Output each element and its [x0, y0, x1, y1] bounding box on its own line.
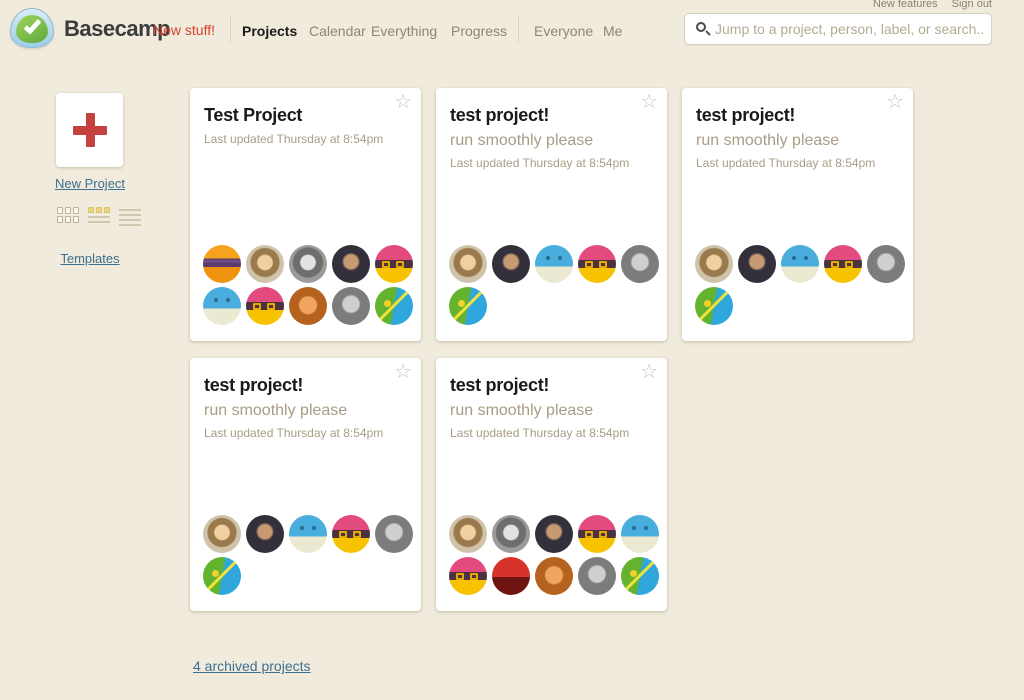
avatar-photo-dark — [535, 515, 573, 553]
star-icon[interactable]: ☆ — [886, 92, 904, 112]
search-input[interactable] — [715, 14, 985, 44]
avatar-group — [449, 515, 661, 595]
project-card[interactable]: ☆ Test Project Last updated Thursday at … — [190, 88, 421, 341]
avatar-case-pink — [824, 245, 862, 283]
project-updated: Last updated Thursday at 8:54pm — [204, 132, 407, 146]
project-subtitle: run smoothly please — [204, 402, 407, 420]
templates-link[interactable]: Templates — [20, 251, 160, 266]
avatar-photo-curly — [449, 245, 487, 283]
sign-out-link[interactable]: Sign out — [952, 0, 992, 10]
avatar-photo-gray — [867, 245, 905, 283]
grid-view-icon[interactable] — [57, 207, 79, 223]
avatar-case-pink — [449, 557, 487, 595]
avatar-case-pink — [578, 245, 616, 283]
archived-projects-link[interactable]: 4 archived projects — [193, 658, 311, 674]
nav-item-calendar[interactable]: Calendar — [309, 23, 366, 39]
avatar-group — [695, 245, 907, 325]
search-box — [684, 13, 992, 45]
plus-icon — [73, 113, 107, 147]
basecamp-logo-icon[interactable] — [10, 8, 54, 48]
nav-item-me[interactable]: Me — [603, 23, 622, 39]
avatar-case-pink — [332, 515, 370, 553]
avatar-group — [449, 245, 661, 325]
avatar-photo-curly — [203, 515, 241, 553]
project-updated: Last updated Thursday at 8:54pm — [204, 426, 407, 440]
avatar-photo-orange — [289, 287, 327, 325]
new-stuff-link[interactable]: New stuff! — [153, 22, 215, 38]
account-links: New features Sign out — [873, 0, 992, 10]
avatar-photo-gray — [578, 557, 616, 595]
project-updated: Last updated Thursday at 8:54pm — [450, 426, 653, 440]
avatar-smiley-blue — [289, 515, 327, 553]
avatar-photo-curly — [695, 245, 733, 283]
avatar-case-pink — [578, 515, 616, 553]
avatar-smiley-blue — [535, 245, 573, 283]
star-icon[interactable]: ☆ — [394, 92, 412, 112]
nav-divider — [518, 15, 519, 42]
list-view-icon[interactable] — [119, 207, 141, 226]
view-switcher — [57, 207, 141, 226]
project-card[interactable]: ☆ test project! run smoothly please Last… — [436, 358, 667, 611]
star-icon[interactable]: ☆ — [640, 92, 658, 112]
project-title: Test Project — [204, 105, 407, 126]
project-card[interactable]: ☆ test project! run smoothly please Last… — [682, 88, 913, 341]
avatar-photo-bw — [492, 515, 530, 553]
nav-item-everything[interactable]: Everything — [371, 23, 437, 39]
nav-item-projects[interactable]: Projects — [242, 23, 297, 39]
project-updated: Last updated Thursday at 8:54pm — [450, 156, 653, 170]
avatar-smiley-blue — [203, 287, 241, 325]
project-title: test project! — [696, 105, 899, 126]
avatar-mouth-red — [492, 557, 530, 595]
avatar-photo-gray — [375, 515, 413, 553]
avatar-photo-curly — [449, 515, 487, 553]
new-project-card[interactable] — [56, 93, 123, 167]
avatar-photo-gray — [621, 245, 659, 283]
search-icon — [696, 22, 706, 32]
avatar-photo-dark — [332, 245, 370, 283]
project-title: test project! — [204, 375, 407, 396]
nav-item-progress[interactable]: Progress — [451, 23, 507, 39]
project-subtitle: run smoothly please — [450, 132, 653, 150]
star-icon[interactable]: ☆ — [394, 362, 412, 382]
avatar-robot-orange — [203, 245, 241, 283]
grid-list-view-icon[interactable] — [88, 207, 110, 223]
avatar-photo-bw — [289, 245, 327, 283]
avatar-smiley-blue — [781, 245, 819, 283]
new-features-link[interactable]: New features — [873, 0, 938, 10]
project-title: test project! — [450, 375, 653, 396]
avatar-photo-dark — [492, 245, 530, 283]
project-card[interactable]: ☆ test project! run smoothly please Last… — [436, 88, 667, 341]
new-project-link[interactable]: New Project — [20, 176, 160, 191]
avatar-smiley-blue — [621, 515, 659, 553]
avatar-pingpong-green — [375, 287, 413, 325]
avatar-photo-gray — [332, 287, 370, 325]
project-subtitle: run smoothly please — [696, 132, 899, 150]
project-updated: Last updated Thursday at 8:54pm — [696, 156, 899, 170]
avatar-photo-dark — [246, 515, 284, 553]
avatar-photo-curly — [246, 245, 284, 283]
avatar-pingpong-green — [621, 557, 659, 595]
project-card[interactable]: ☆ test project! run smoothly please Last… — [190, 358, 421, 611]
avatar-photo-dark — [738, 245, 776, 283]
projects-grid: ☆ Test Project Last updated Thursday at … — [190, 88, 913, 611]
project-title: test project! — [450, 105, 653, 126]
avatar-case-pink — [246, 287, 284, 325]
avatar-photo-orange — [535, 557, 573, 595]
avatar-case-pink — [375, 245, 413, 283]
avatar-pingpong-green — [695, 287, 733, 325]
star-icon[interactable]: ☆ — [640, 362, 658, 382]
avatar-group — [203, 515, 415, 595]
nav-divider — [230, 15, 231, 42]
nav-item-everyone[interactable]: Everyone — [534, 23, 593, 39]
avatar-pingpong-green — [449, 287, 487, 325]
avatar-pingpong-green — [203, 557, 241, 595]
project-subtitle: run smoothly please — [450, 402, 653, 420]
avatar-group — [203, 245, 415, 325]
